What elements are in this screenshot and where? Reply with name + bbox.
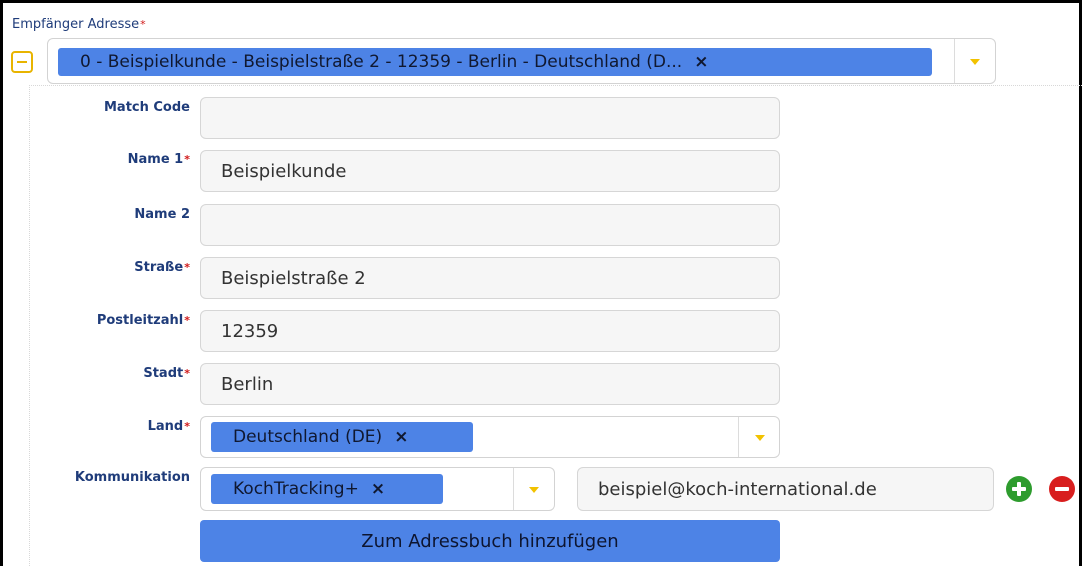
name1-label: Name 1* <box>0 152 190 167</box>
add-to-addressbook-button[interactable]: Zum Adressbuch hinzufügen <box>200 520 780 562</box>
communication-label: Kommunikation <box>0 470 190 485</box>
required-mark: * <box>184 367 190 380</box>
chevron-down-icon[interactable] <box>529 487 539 493</box>
required-mark: * <box>184 314 190 327</box>
zip-label: Postleitzahl* <box>0 313 190 328</box>
match-code-input[interactable] <box>200 97 780 139</box>
remove-recipient-icon[interactable]: × <box>694 52 708 72</box>
required-mark: * <box>184 420 190 433</box>
name1-label-text: Name 1 <box>127 152 184 167</box>
minus-square-icon[interactable] <box>11 51 33 73</box>
caret-separator <box>513 468 514 510</box>
city-label-text: Stadt <box>143 366 184 381</box>
plus-circle-icon[interactable] <box>1006 476 1032 502</box>
minus-circle-icon[interactable] <box>1049 476 1075 502</box>
match-code-label: Match Code <box>0 100 190 115</box>
required-mark: * <box>184 261 190 274</box>
street-label: Straße* <box>0 260 190 275</box>
country-chip: Deutschland (DE) × <box>211 422 473 452</box>
chevron-down-icon[interactable] <box>755 435 765 441</box>
name2-input[interactable] <box>200 204 780 246</box>
recipient-address-label-text: Empfänger Adresse <box>12 17 140 32</box>
caret-separator <box>738 417 739 457</box>
communication-type-chip: KochTracking+ × <box>211 474 443 504</box>
city-input[interactable]: Berlin <box>200 363 780 405</box>
street-label-text: Straße <box>134 260 184 275</box>
country-label: Land* <box>0 419 190 434</box>
recipient-address-chip-text: 0 - Beispielkunde - Beispielstraße 2 - 1… <box>80 52 683 72</box>
zip-label-text: Postleitzahl <box>96 313 184 328</box>
recipient-address-chip: 0 - Beispielkunde - Beispielstraße 2 - 1… <box>58 48 932 76</box>
zip-input[interactable]: 12359 <box>200 310 780 352</box>
communication-type-select[interactable]: KochTracking+ × <box>200 467 555 511</box>
communication-type-chip-text: KochTracking+ <box>233 479 359 499</box>
name2-label-text: Name 2 <box>134 207 190 222</box>
remove-country-icon[interactable]: × <box>394 427 408 447</box>
country-chip-text: Deutschland (DE) <box>233 427 383 447</box>
country-select[interactable]: Deutschland (DE) × <box>200 416 780 458</box>
recipient-address-select[interactable]: 0 - Beispielkunde - Beispielstraße 2 - 1… <box>47 38 996 84</box>
caret-separator <box>954 39 955 83</box>
required-mark: * <box>140 18 146 31</box>
chevron-down-icon[interactable] <box>970 59 980 65</box>
communication-label-text: Kommunikation <box>74 470 190 485</box>
city-label: Stadt* <box>0 366 190 381</box>
communication-address-input[interactable]: beispiel@koch-international.de <box>577 467 994 511</box>
name2-label: Name 2 <box>0 207 190 222</box>
recipient-address-label: Empfänger Adresse* <box>12 17 146 32</box>
match-code-label-text: Match Code <box>103 100 190 115</box>
required-mark: * <box>184 153 190 166</box>
street-input[interactable]: Beispielstraße 2 <box>200 257 780 299</box>
remove-communication-type-icon[interactable]: × <box>371 479 385 499</box>
country-label-text: Land <box>147 419 184 434</box>
name1-input[interactable]: Beispielkunde <box>200 150 780 192</box>
